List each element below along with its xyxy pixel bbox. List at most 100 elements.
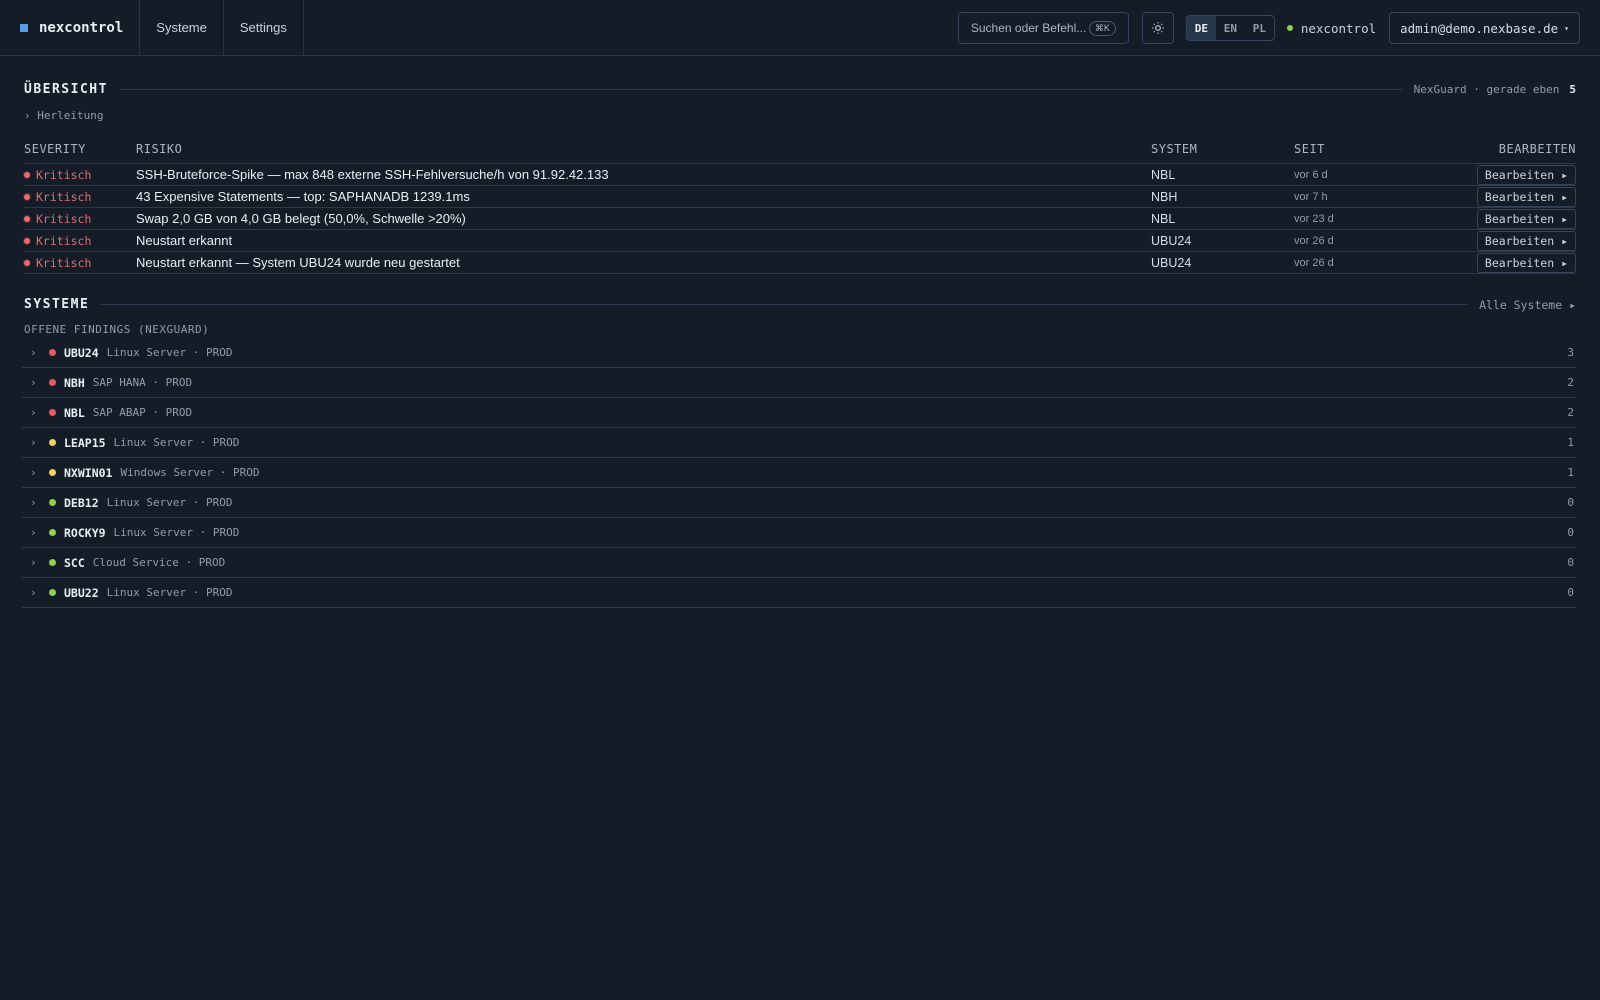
risk-system: NBL [1151,207,1294,230]
risk-row[interactable]: Kritisch Swap 2,0 GB von 4,0 GB belegt (5… [24,207,1576,230]
risk-text: Neustart erkannt [136,229,1151,252]
edit-button[interactable]: Bearbeiten ▸ [1476,186,1576,207]
nav-systeme[interactable]: Systeme [140,0,224,56]
status-dot-icon [49,439,56,446]
status-dot-icon [49,469,56,476]
lang-en-button[interactable]: EN [1216,16,1245,40]
sun-icon [1152,22,1164,34]
severity-cell: Kritisch [24,251,136,274]
risk-row[interactable]: Kritisch SSH-Bruteforce-Spike — max 848 e… [24,163,1576,186]
system-row[interactable]: › ROCKY9 Linux Server · PROD 0 [22,518,1576,548]
risk-since: vor 6 d [1294,163,1452,186]
system-name: SCC [64,555,85,570]
status-dot-icon [49,349,56,356]
search-input[interactable]: Suchen oder Befehl... ⌘K [957,12,1129,44]
severity-cell: Kritisch [24,185,136,208]
severity-label: Kritisch [36,167,92,182]
chevron-right-icon[interactable]: › [30,586,49,599]
risk-row[interactable]: Kritisch 43 Expensive Statements — top: S… [24,185,1576,208]
lang-pl-button[interactable]: PL [1245,16,1274,40]
chevron-right-icon[interactable]: › [30,556,49,569]
risk-row[interactable]: Kritisch Neustart erkannt — System UBU24 … [24,251,1576,274]
severity-dot-icon [24,237,30,244]
chevron-right-icon[interactable]: › [30,436,49,449]
edit-button[interactable]: Bearbeiten ▸ [1476,230,1576,251]
findings-count: 0 [1567,526,1574,539]
risk-row[interactable]: Kritisch Neustart erkannt UBU24 vor 26 d Bea… [24,229,1576,252]
top-bar: nexcontrol Systeme Settings Suchen oder … [0,0,1600,56]
system-description: Cloud Service · PROD [92,556,226,569]
findings-count: 3 [1567,346,1574,359]
connection-status: nexcontrol [1286,21,1376,36]
chevron-right-icon[interactable]: › [30,496,49,509]
search-shortcut-badge: ⌘K [1088,20,1116,36]
severity-label: Kritisch [36,189,92,204]
chevron-right-icon[interactable]: › [30,526,49,539]
header-actions: Suchen oder Befehl... ⌘K DE EN PL nexcon… [957,0,1580,56]
findings-count: 0 [1567,586,1574,599]
risk-system: NBL [1151,163,1294,186]
system-row[interactable]: › NXWIN01 Windows Server · PROD 1 [22,458,1576,488]
nav-settings[interactable]: Settings [224,0,304,56]
edit-button[interactable]: Bearbeiten ▸ [1476,208,1576,229]
risk-text: 43 Expensive Statements — top: SAPHANADB… [136,185,1151,208]
risk-since: vor 7 h [1294,185,1452,208]
system-row[interactable]: › SCC Cloud Service · PROD 0 [22,548,1576,578]
findings-count: 1 [1567,436,1574,449]
chevron-right-icon[interactable]: › [30,376,49,389]
brand-logo-icon [20,23,28,32]
risk-system: UBU24 [1151,251,1294,274]
chevron-right-icon[interactable]: › [30,346,49,359]
all-systems-link[interactable]: Alle Systeme ▸ [1479,298,1576,312]
chevron-right-icon[interactable]: › [30,406,49,419]
divider [119,89,1402,90]
edit-button[interactable]: Bearbeiten ▸ [1476,164,1576,185]
system-description: SAP HANA · PROD [92,376,193,389]
lang-de-button[interactable]: DE [1186,16,1216,40]
system-row[interactable]: › NBH SAP HANA · PROD 2 [22,368,1576,398]
system-name: DEB12 [64,495,99,510]
system-row[interactable]: › UBU22 Linux Server · PROD 0 [22,578,1576,608]
system-description: Linux Server · PROD [106,586,233,599]
system-row[interactable]: › NBL SAP ABAP · PROD 2 [22,398,1576,428]
col-edit: BEARBEITEN [1452,142,1576,164]
user-menu-button[interactable]: admin@demo.nexbase.de ▾ [1389,12,1580,44]
risk-table-header: SEVERITY RISIKO SYSTEM SEIT BEARBEITEN [24,142,1576,164]
divider [101,304,1468,305]
severity-label: Kritisch [36,255,92,270]
severity-cell: Kritisch [24,207,136,230]
findings-count: 2 [1567,406,1574,419]
system-name: NBH [64,375,85,390]
severity-badge: Kritisch [24,234,136,248]
risk-since: vor 26 d [1294,229,1452,252]
language-switcher: DE EN PL [1185,15,1275,41]
overview-title: ÜBERSICHT [24,82,108,97]
risk-text: SSH-Bruteforce-Spike — max 848 externe S… [136,163,1151,186]
chevron-down-icon: ▾ [1564,23,1569,33]
edit-button[interactable]: Bearbeiten ▸ [1476,252,1576,273]
risk-table-body: Kritisch SSH-Bruteforce-Spike — max 848 e… [24,163,1576,274]
overview-source: NexGuard · gerade eben [1413,83,1560,96]
system-name: NBL [64,405,85,420]
system-description: Linux Server · PROD [106,346,233,359]
status-dot-icon [49,379,56,386]
severity-dot-icon [24,259,30,266]
findings-count: 0 [1567,556,1574,569]
overview-meta: NexGuard · gerade eben 5 [1414,83,1576,96]
status-dot-icon [49,589,56,596]
system-row[interactable]: › DEB12 Linux Server · PROD 0 [22,488,1576,518]
system-row[interactable]: › LEAP15 Linux Server · PROD 1 [22,428,1576,458]
status-dot-icon [1286,25,1293,31]
herleitung-toggle[interactable]: › Herleitung [24,109,1576,122]
theme-toggle-button[interactable] [1141,12,1174,44]
edit-cell: Bearbeiten ▸ [1452,229,1576,252]
severity-label: Kritisch [36,233,92,248]
system-row[interactable]: › UBU24 Linux Server · PROD 3 [22,338,1576,368]
brand[interactable]: nexcontrol [0,0,141,56]
severity-cell: Kritisch [24,229,136,252]
severity-badge: Kritisch [24,190,136,204]
system-description: SAP ABAP · PROD [92,406,193,419]
severity-badge: Kritisch [24,256,136,270]
severity-dot-icon [24,171,30,178]
chevron-right-icon[interactable]: › [30,466,49,479]
